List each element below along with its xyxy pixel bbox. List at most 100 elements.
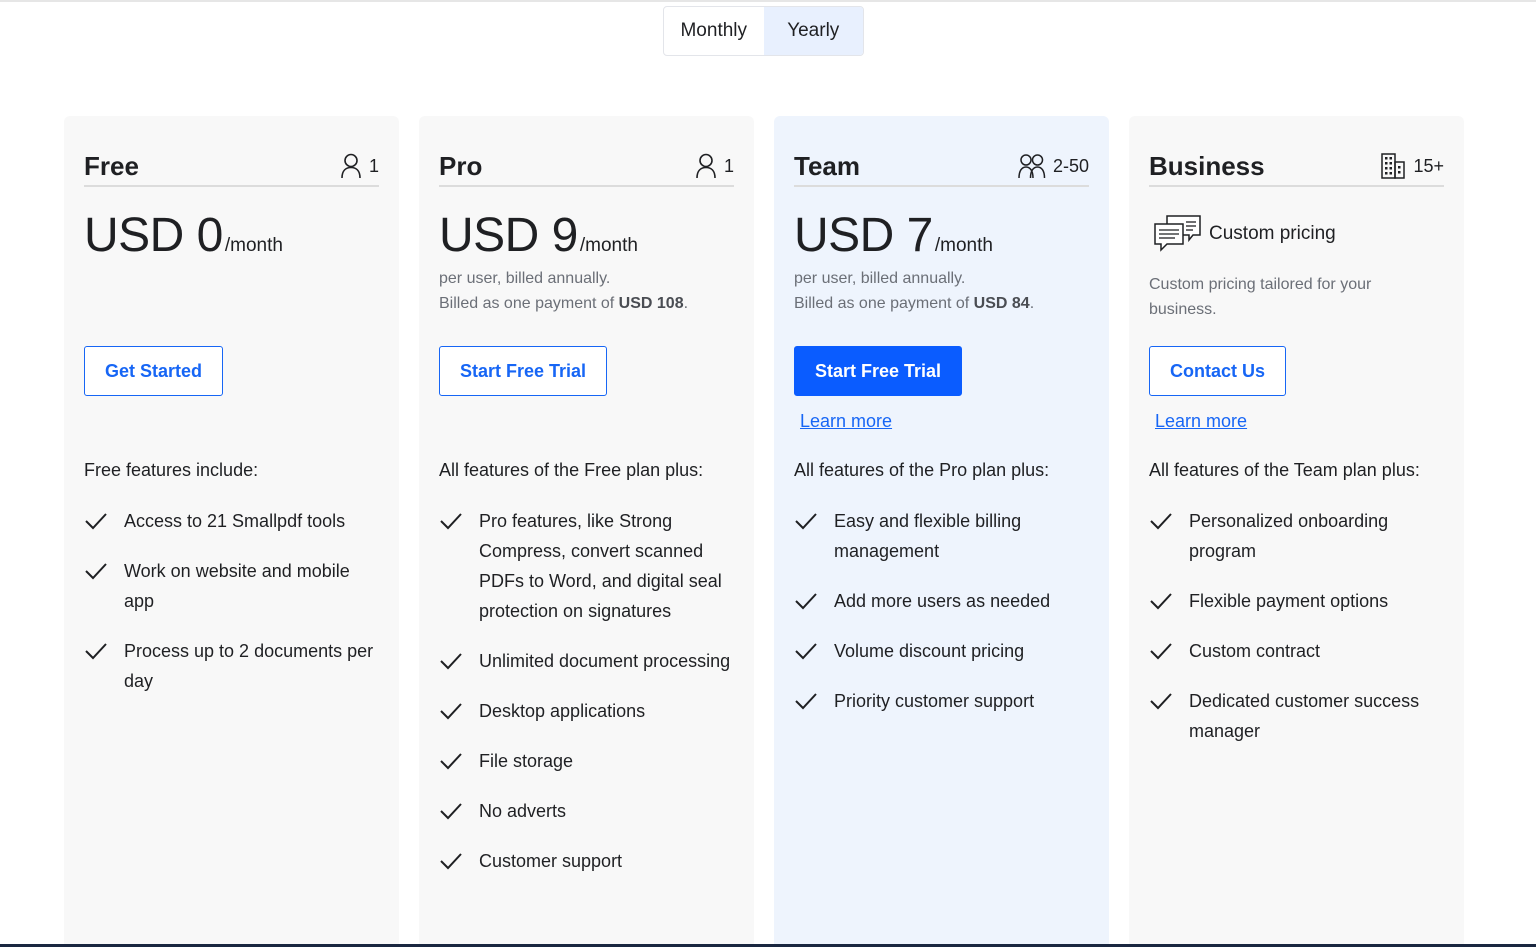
checkmark-icon (439, 506, 479, 536)
price-period: /month (934, 235, 993, 256)
plan-card-team: Team 2-50 USD 7 /month per user, billed … (774, 116, 1109, 947)
features-intro: All features of the Free plan plus: (439, 460, 704, 480)
users-icon (1018, 154, 1046, 179)
feature-text: Pro features, like Strong Compress, conv… (479, 511, 722, 621)
plan-card-pro: Pro 1 USD 9 /month per user, billed annu… (419, 116, 754, 947)
price-amount: USD 7 (794, 209, 933, 262)
checkmark-icon (794, 586, 834, 616)
start-free-trial-button[interactable]: Start Free Trial (439, 346, 608, 396)
user-icon (696, 153, 716, 179)
user-count: 1 (368, 155, 379, 176)
feature-text: Customer support (479, 851, 623, 871)
list-item: Flexible payment options (1149, 586, 1444, 616)
custom-pricing-description: Custom pricing tailored for your busines… (1149, 276, 1372, 318)
checkmark-icon (439, 646, 479, 676)
plan-card-free: Free 1 USD 0 /month Get Started Free fea… (64, 116, 399, 947)
chat-bubbles-icon (1154, 215, 1201, 252)
list-item: Unlimited document processing (439, 646, 734, 676)
price-period: /month (579, 235, 638, 256)
billing-amount: USD 84 (973, 295, 1030, 312)
feature-text: Access to 21 Smallpdf tools (124, 511, 346, 531)
plan-users: 15+ (1380, 152, 1444, 180)
price-period: /month (224, 235, 283, 256)
features-intro: Free features include: (84, 460, 259, 480)
list-item: No adverts (439, 796, 734, 826)
checkmark-icon (439, 746, 479, 776)
custom-pricing: Custom pricing (1153, 214, 1336, 254)
price-amount: USD 9 (439, 209, 578, 262)
plan-name: Free (84, 151, 139, 181)
feature-list: Easy and flexible billing management Add… (794, 506, 1089, 736)
checkmark-icon (84, 506, 124, 536)
plan-price: USD 0 /month (84, 208, 283, 263)
feature-list: Pro features, like Strong Compress, conv… (439, 506, 734, 896)
top-divider (0, 0, 1536, 2)
feature-text: Personalized onboarding program (1189, 511, 1389, 561)
list-item: Personalized onboarding program (1149, 506, 1444, 566)
contact-us-button[interactable]: Contact Us (1149, 346, 1287, 396)
checkmark-icon (84, 636, 124, 666)
price-amount: USD 0 (84, 209, 223, 262)
feature-text: No adverts (479, 801, 567, 821)
feature-text: Unlimited document processing (479, 651, 731, 671)
feature-text: Desktop applications (479, 701, 646, 721)
list-item: Process up to 2 documents per day (84, 636, 379, 696)
building-icon (1381, 153, 1406, 179)
list-item: Dedicated customer success manager (1149, 686, 1444, 746)
checkmark-icon (1149, 506, 1189, 536)
checkmark-icon (794, 506, 834, 536)
plan-name: Pro (439, 151, 483, 181)
feature-list: Access to 21 Smallpdf tools Work on webs… (84, 506, 379, 716)
feature-text: File storage (479, 751, 574, 771)
list-item: Customer support (439, 846, 734, 876)
list-item: Volume discount pricing (794, 636, 1089, 666)
billing-line: per user, billed annually. (439, 270, 611, 287)
list-item: Custom contract (1149, 636, 1444, 666)
feature-text: Custom contract (1189, 641, 1321, 661)
user-count: 15+ (1413, 155, 1444, 176)
checkmark-icon (84, 556, 124, 586)
billing-prefix: Billed as one payment of (439, 295, 619, 312)
billing-suffix: . (683, 295, 689, 312)
checkmark-icon (794, 636, 834, 666)
list-item: Easy and flexible billing management (794, 506, 1089, 566)
billing-period-toggle[interactable]: Monthly Yearly (663, 6, 864, 56)
list-item: File storage (439, 746, 734, 776)
custom-pricing-label: Custom pricing (1209, 223, 1336, 244)
billing-note: per user, billed annually. Billed as one… (794, 266, 1089, 316)
feature-text: Priority customer support (834, 691, 1035, 711)
list-item: Desktop applications (439, 696, 734, 726)
features-intro: All features of the Team plan plus: (1149, 460, 1420, 480)
plan-name: Business (1149, 151, 1265, 181)
plan-price: USD 9 /month (439, 208, 638, 263)
checkmark-icon (439, 846, 479, 876)
user-icon (341, 153, 361, 179)
list-item: Pro features, like Strong Compress, conv… (439, 506, 734, 626)
feature-list: Personalized onboarding program Flexible… (1149, 506, 1444, 766)
checkmark-icon (794, 686, 834, 716)
get-started-button[interactable]: Get Started (84, 346, 224, 396)
user-count: 2-50 (1052, 155, 1089, 176)
feature-text: Add more users as needed (834, 591, 1051, 611)
billing-note: per user, billed annually. Billed as one… (439, 266, 734, 316)
learn-more-link[interactable]: Learn more (800, 411, 892, 432)
learn-more-link[interactable]: Learn more (1155, 411, 1247, 432)
plan-name: Team (794, 151, 860, 181)
billing-suffix: . (1029, 295, 1035, 312)
checkmark-icon (1149, 586, 1189, 616)
list-item: Work on website and mobile app (84, 556, 379, 616)
billing-line: Billed as one payment of USD 108. (439, 291, 734, 316)
billing-amount: USD 108 (618, 295, 684, 312)
billing-line: per user, billed annually. (794, 270, 966, 287)
plan-header: Free 1 (84, 152, 379, 187)
feature-text: Volume discount pricing (834, 641, 1025, 661)
plan-users: 1 (695, 152, 734, 180)
feature-text: Dedicated customer success manager (1189, 691, 1420, 741)
checkmark-icon (439, 796, 479, 826)
start-free-trial-button[interactable]: Start Free Trial (794, 346, 963, 396)
toggle-yearly[interactable]: Yearly (763, 7, 863, 55)
plan-users: 1 (340, 152, 379, 180)
toggle-monthly[interactable]: Monthly (664, 7, 764, 55)
plan-users: 2-50 (1018, 152, 1089, 180)
checkmark-icon (1149, 686, 1189, 716)
